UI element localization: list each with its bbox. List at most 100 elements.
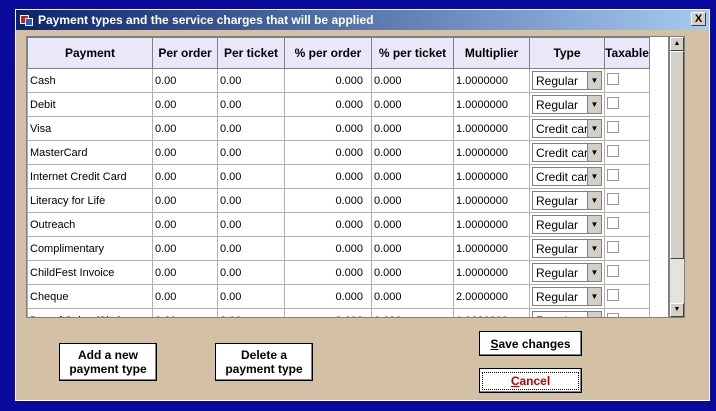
column-header-per-order[interactable]: Per order (152, 37, 218, 69)
cell-multiplier[interactable]: 1.0000000 (453, 188, 530, 213)
cell-payment[interactable]: Day of Sales (Site) (27, 308, 153, 317)
taxable-checkbox[interactable] (607, 265, 619, 277)
cell-per-order[interactable]: 0.00 (152, 260, 218, 285)
cell-per-order[interactable]: 0.00 (152, 164, 218, 189)
cell-payment[interactable]: MasterCard (27, 140, 153, 165)
type-select[interactable]: Regular ▼ (532, 71, 602, 90)
type-select[interactable]: Regular ▼ (532, 95, 602, 114)
taxable-checkbox[interactable] (607, 289, 619, 301)
table-row[interactable]: Day of Sales (Site)0.000.000.0000.0001.0… (27, 308, 650, 317)
chevron-down-icon[interactable]: ▼ (587, 216, 601, 233)
title-bar[interactable]: Payment types and the service charges th… (16, 10, 709, 30)
cell-pct-per-order[interactable]: 0.000 (284, 260, 372, 285)
column-header-payment[interactable]: Payment (27, 37, 153, 69)
close-button[interactable]: X (691, 12, 706, 26)
cancel-button[interactable]: Cancel (479, 368, 582, 393)
chevron-down-icon[interactable]: ▼ (587, 312, 601, 317)
table-row[interactable]: MasterCard 0.00 0.00 0.000 0.000 1.0000000 Cre… (27, 140, 650, 165)
type-select[interactable]: Regular ▼ (532, 191, 602, 210)
table-row[interactable]: Cheque 0.00 0.00 0.000 0.000 2.0000000 Regular… (27, 284, 650, 309)
cell-multiplier[interactable]: 1.0000000 (453, 236, 530, 261)
table-row[interactable]: Debit 0.00 0.00 0.000 0.000 1.0000000 Regular ▼ (27, 92, 650, 117)
chevron-down-icon[interactable]: ▼ (587, 288, 601, 305)
chevron-down-icon[interactable]: ▼ (587, 192, 601, 209)
cell-per-order[interactable]: 0.00 (152, 284, 218, 309)
taxable-checkbox[interactable] (607, 73, 619, 85)
cell-per-order[interactable]: 0.00 (152, 68, 218, 93)
grid-vertical-scrollbar[interactable]: ▲ ▼ (669, 36, 685, 318)
cell-per-order[interactable]: 0.00 (152, 236, 218, 261)
cell-multiplier[interactable]: 1.0000000 (453, 212, 530, 237)
cell-pct-per-ticket[interactable]: 0.000 (371, 116, 454, 141)
cell-pct-per-ticket[interactable]: 0.000 (371, 284, 454, 309)
cell-per-ticket[interactable]: 0.00 (217, 284, 285, 309)
cell-pct-per-order[interactable]: 0.000 (284, 308, 372, 317)
table-row[interactable]: Cash 0.00 0.00 0.000 0.000 1.0000000 Regular ▼ (27, 68, 650, 93)
column-header-multiplier[interactable]: Multiplier (453, 37, 530, 69)
cell-payment[interactable]: Cheque (27, 284, 153, 309)
cell-multiplier[interactable]: 1.0000000 (453, 116, 530, 141)
cell-payment[interactable]: Visa (27, 116, 153, 141)
column-header-pct-per-order[interactable]: % per order (284, 37, 372, 69)
chevron-down-icon[interactable]: ▼ (587, 144, 601, 161)
cell-multiplier[interactable]: 2.0000000 (453, 284, 530, 309)
chevron-down-icon[interactable]: ▼ (587, 264, 601, 281)
cell-pct-per-order[interactable]: 0.000 (284, 212, 372, 237)
taxable-checkbox[interactable] (607, 241, 619, 253)
cell-per-order[interactable]: 0.00 (152, 116, 218, 141)
table-row[interactable]: Visa 0.00 0.00 0.000 0.000 1.0000000 Credit ca… (27, 116, 650, 141)
cell-pct-per-ticket[interactable]: 0.000 (371, 236, 454, 261)
scroll-up-button[interactable]: ▲ (670, 37, 684, 51)
add-payment-type-button[interactable]: Add a new payment type (59, 343, 157, 381)
type-select[interactable]: Credit car ▼ (532, 167, 602, 186)
cell-per-order[interactable]: 0.00 (152, 92, 218, 117)
cell-payment[interactable]: Complimentary (27, 236, 153, 261)
cell-pct-per-order[interactable]: 0.000 (284, 284, 372, 309)
cell-multiplier[interactable]: 1.0000000 (453, 308, 530, 317)
cell-pct-per-ticket[interactable]: 0.000 (371, 92, 454, 117)
cell-pct-per-order[interactable]: 0.000 (284, 236, 372, 261)
chevron-down-icon[interactable]: ▼ (587, 120, 601, 137)
taxable-checkbox[interactable] (607, 313, 619, 317)
cell-pct-per-ticket[interactable]: 0.000 (371, 68, 454, 93)
save-changes-button[interactable]: Save changes (479, 331, 582, 356)
column-header-taxable[interactable]: Taxable (604, 37, 650, 69)
cell-per-order[interactable]: 0.00 (152, 212, 218, 237)
column-header-pct-per-ticket[interactable]: % per ticket (371, 37, 454, 69)
table-row[interactable]: Complimentary 0.00 0.00 0.000 0.000 1.0000000… (27, 236, 650, 261)
table-row[interactable]: Internet Credit Card 0.00 0.00 0.000 0.000 1.… (27, 164, 650, 189)
cell-multiplier[interactable]: 1.0000000 (453, 92, 530, 117)
taxable-checkbox[interactable] (607, 97, 619, 109)
cell-per-ticket[interactable]: 0.00 (217, 260, 285, 285)
cell-payment[interactable]: Cash (27, 68, 153, 93)
cell-per-ticket[interactable]: 0.00 (217, 212, 285, 237)
cell-pct-per-ticket[interactable]: 0.000 (371, 212, 454, 237)
type-select[interactable]: Credit car ▼ (532, 143, 602, 162)
delete-payment-type-button[interactable]: Delete a payment type (215, 343, 313, 381)
cell-multiplier[interactable]: 1.0000000 (453, 68, 530, 93)
cell-per-order[interactable]: 0.00 (152, 308, 218, 317)
chevron-down-icon[interactable]: ▼ (587, 96, 601, 113)
cell-pct-per-order[interactable]: 0.000 (284, 92, 372, 117)
type-select[interactable]: Credit car ▼ (532, 119, 602, 138)
cell-payment[interactable]: Literacy for Life (27, 188, 153, 213)
cell-pct-per-ticket[interactable]: 0.000 (371, 308, 454, 317)
column-header-type[interactable]: Type (529, 37, 605, 69)
cell-pct-per-ticket[interactable]: 0.000 (371, 140, 454, 165)
scroll-down-button[interactable]: ▼ (670, 303, 684, 317)
taxable-checkbox[interactable] (607, 121, 619, 133)
cell-multiplier[interactable]: 1.0000000 (453, 140, 530, 165)
cell-per-ticket[interactable]: 0.00 (217, 236, 285, 261)
cell-pct-per-order[interactable]: 0.000 (284, 140, 372, 165)
taxable-checkbox[interactable] (607, 169, 619, 181)
cell-per-ticket[interactable]: 0.00 (217, 308, 285, 317)
cell-per-ticket[interactable]: 0.00 (217, 164, 285, 189)
cell-per-ticket[interactable]: 0.00 (217, 68, 285, 93)
cell-per-ticket[interactable]: 0.00 (217, 92, 285, 117)
cell-pct-per-order[interactable]: 0.000 (284, 116, 372, 141)
cell-per-ticket[interactable]: 0.00 (217, 116, 285, 141)
table-row[interactable]: Literacy for Life 0.00 0.00 0.000 0.000 1.000… (27, 188, 650, 213)
chevron-down-icon[interactable]: ▼ (587, 168, 601, 185)
cell-pct-per-ticket[interactable]: 0.000 (371, 188, 454, 213)
cell-per-ticket[interactable]: 0.00 (217, 140, 285, 165)
